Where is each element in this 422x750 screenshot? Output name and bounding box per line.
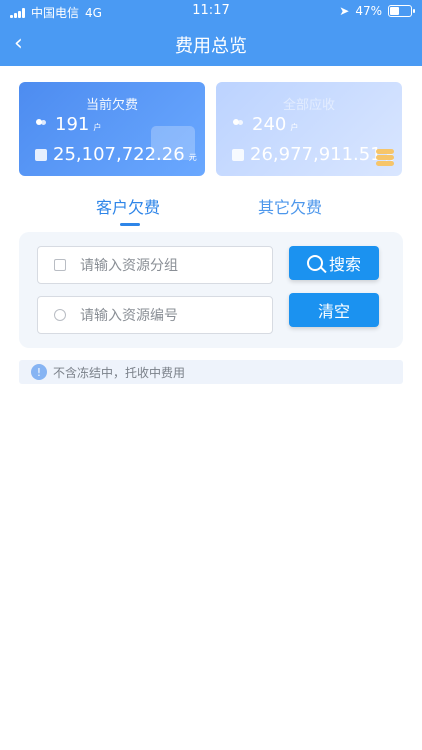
card-amount-row: 26,977,911.51 元: [232, 144, 394, 165]
wallet-icon: [151, 126, 195, 160]
search-button[interactable]: 搜索: [289, 246, 379, 280]
tabs: 客户欠费 其它欠费: [0, 190, 422, 230]
card-count-row: 240 户: [232, 114, 298, 135]
card-total-receivable[interactable]: 全部应收 240 户 26,977,911.51 元: [216, 82, 402, 176]
users-icon: [35, 118, 49, 131]
battery-icon: [388, 5, 415, 17]
card-count-unit: 户: [93, 123, 102, 132]
battery-percent: 47%: [355, 4, 382, 18]
notice-text: 不含冻结中，托收中费用: [53, 365, 186, 380]
card-amount: 26,977,911.51: [250, 144, 382, 165]
resource-group-input[interactable]: 请输入资源分组: [37, 246, 273, 284]
search-icon: [306, 255, 323, 271]
card-title: 当前欠费: [85, 98, 138, 113]
money-icon: [35, 148, 47, 161]
group-icon: [54, 259, 66, 271]
tab-other-arrears[interactable]: 其它欠费: [258, 194, 322, 218]
card-title: 全部应收: [282, 98, 335, 113]
status-right: ➤ 47%: [339, 4, 415, 18]
card-current-arrears[interactable]: 当前欠费 191 户 25,107,722.26 元: [19, 82, 205, 176]
notice-bar: ! 不含冻结中，托收中费用: [19, 360, 403, 384]
resource-code-placeholder: 请输入资源编号: [80, 308, 178, 324]
search-panel: 请输入资源分组 请输入资源编号 搜索 清空: [19, 232, 403, 348]
money-icon: [232, 148, 244, 161]
clear-button[interactable]: 清空: [289, 293, 379, 327]
card-count: 191: [55, 114, 90, 135]
header: 中国电信 4G 11:17 ➤ 47% ‹ 费用总览: [0, 0, 422, 66]
search-button-label: 搜索: [328, 255, 361, 274]
status-bar: 中国电信 4G 11:17 ➤ 47%: [0, 0, 422, 22]
title-bar: ‹ 费用总览: [0, 22, 422, 66]
card-count-row: 191 户: [35, 114, 101, 135]
resource-code-input[interactable]: 请输入资源编号: [37, 296, 273, 334]
tab-indicator: [120, 223, 140, 226]
info-icon: !: [31, 364, 47, 380]
coins-icon: [376, 148, 394, 168]
id-icon: [54, 309, 66, 321]
users-icon: [232, 118, 246, 131]
location-icon: ➤: [339, 4, 350, 18]
resource-group-placeholder: 请输入资源分组: [80, 258, 178, 274]
clear-button-label: 清空: [317, 302, 350, 321]
card-count: 240: [252, 114, 287, 135]
tab-customer-arrears[interactable]: 客户欠费: [96, 194, 160, 218]
page-title: 费用总览: [175, 36, 247, 57]
card-count-unit: 户: [290, 123, 299, 132]
